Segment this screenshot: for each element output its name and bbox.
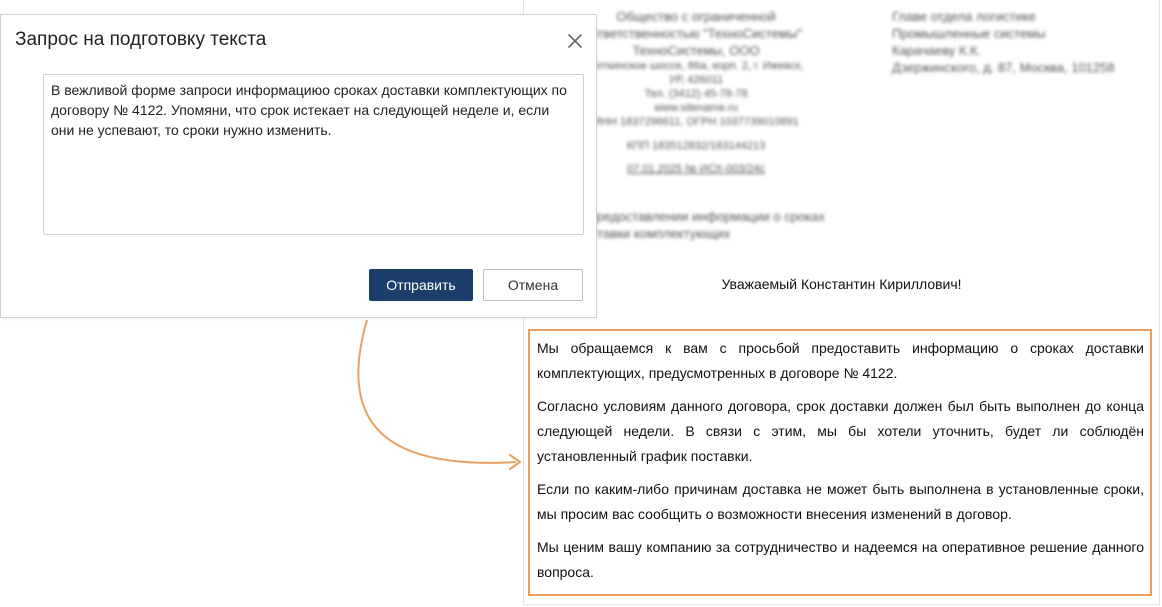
letter-reference: 07.01.2025 № ИСХ-003/24с	[626, 163, 766, 175]
sender-line: УР, 426011	[668, 74, 724, 86]
cancel-button[interactable]: Отмена	[483, 269, 583, 301]
sender-line: www.sitename.ru	[654, 102, 738, 114]
subject-line: О предоставлении информации о сроках	[576, 209, 825, 224]
submit-button[interactable]: Отправить	[369, 269, 473, 301]
sender-line: ИНН 1837296611, ОГРН 1037739010891	[593, 116, 799, 128]
close-button[interactable]	[564, 30, 586, 52]
letter-subject: О предоставлении информации о сроках дос…	[576, 208, 825, 242]
letter-paragraph: Согласно условиям данного договора, срок…	[537, 398, 1144, 464]
sender-line: КПП 183512832/183144213	[626, 140, 766, 152]
text-request-dialog: Запрос на подготовку текста В вежливой ф…	[0, 14, 597, 318]
subject-line: доставки комплектующих	[576, 226, 731, 241]
letter-paragraph: Мы обращаемся к вам с просьбой предостав…	[537, 340, 1144, 381]
dialog-title: Запрос на подготовку текста	[15, 29, 267, 50]
close-icon	[568, 34, 582, 48]
sender-line: ответственностью "ТехноСистемы"	[590, 26, 802, 41]
recipient-line: Карачаеву К.К.	[892, 43, 982, 58]
sender-line: Воткинское шоссе, 86а, корп. 2, г. Ижевс…	[588, 60, 804, 72]
sender-line: Общество с ограниченной	[616, 9, 776, 24]
recipient-line: Главе отдела логистике	[892, 9, 1036, 24]
letter-sender-block: Общество с ограниченной ответственностью…	[576, 8, 816, 178]
letter-recipient-block: Главе отдела логистике Промышленные сист…	[892, 8, 1115, 76]
letter-paragraph: Мы ценим вашу компанию за сотрудничество…	[537, 539, 1144, 580]
prompt-input[interactable]: В вежливой форме запроси информациюо сро…	[43, 74, 584, 235]
recipient-line: Дзержинского, д. 87, Москва, 101258	[892, 60, 1115, 75]
letter-greeting: Уважаемый Константин Кириллович!	[721, 276, 962, 292]
letter-document: Общество с ограниченной ответственностью…	[523, 0, 1160, 605]
generated-text-frame: Мы обращаемся к вам с просьбой предостав…	[528, 329, 1152, 596]
letter-paragraph: Если по каким-либо причинам доставка не …	[537, 481, 1144, 522]
sender-line: ТехноСистемы, ООО	[632, 43, 760, 58]
recipient-line: Промышленные системы	[892, 26, 1046, 41]
sender-line: Тел. (3412) 45-78-78	[644, 88, 748, 100]
